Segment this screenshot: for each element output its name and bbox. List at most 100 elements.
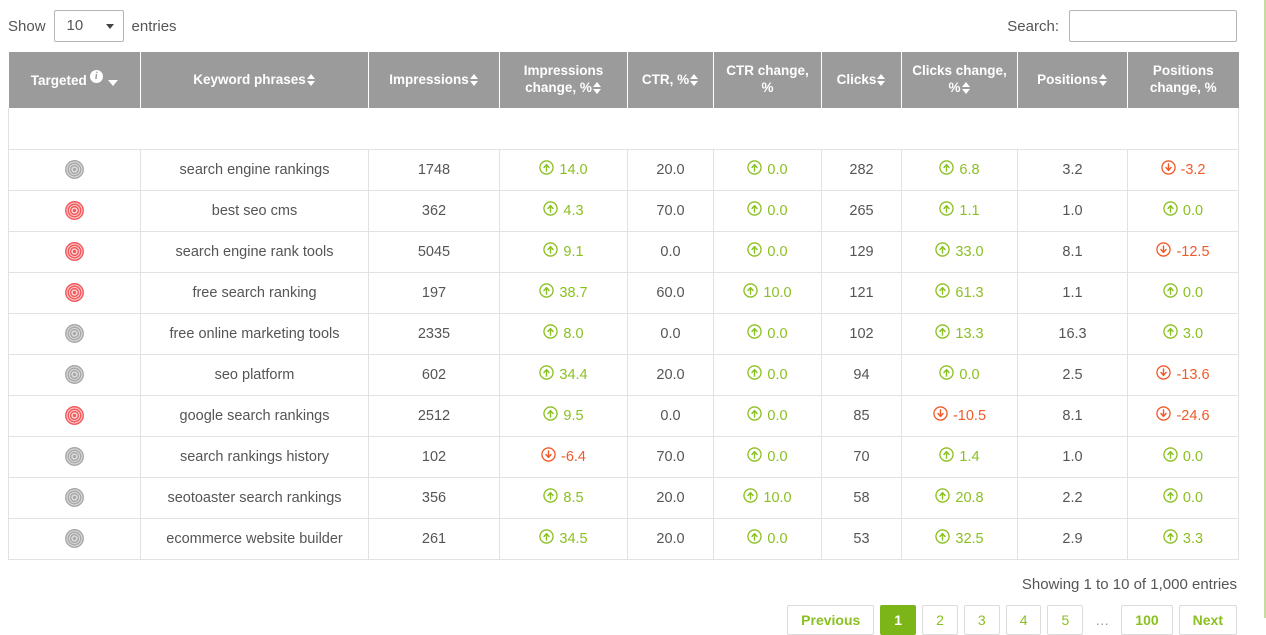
target-bullseye-icon[interactable] <box>65 283 84 302</box>
ctr-change: 0.0 <box>747 201 788 220</box>
cell-ctr: 20.0 <box>627 354 714 396</box>
pagination-ellipsis: … <box>1095 611 1110 628</box>
cell-clicks-change: 6.8 <box>901 149 1018 191</box>
positions-change: -13.6 <box>1156 365 1210 384</box>
column-header-phrase[interactable]: Keyword phrases <box>140 52 369 108</box>
pagination-next[interactable]: Next <box>1178 604 1237 635</box>
table-row[interactable]: google search rankings 2512 9.5 0.0 0.0 85 -10… <box>8 395 1239 437</box>
clicks-change: 32.5 <box>935 529 984 548</box>
pagination-page-2[interactable]: 2 <box>922 604 958 635</box>
sort-icon[interactable] <box>1098 73 1108 86</box>
pagination-page-3[interactable]: 3 <box>963 604 1000 635</box>
table-row[interactable]: free search ranking 197 38.7 60.0 10.0 121 61.… <box>8 272 1239 314</box>
sort-icon[interactable] <box>592 82 602 94</box>
sort-icon[interactable] <box>690 73 699 86</box>
cell-clicks-change: 32.5 <box>901 518 1018 560</box>
ctr-change-value: 0.0 <box>767 325 788 342</box>
column-header-positions[interactable]: Positions <box>1017 52 1128 108</box>
clicks-change-value: 32.5 <box>955 530 984 547</box>
info-icon[interactable]: i <box>89 70 103 84</box>
column-header-pos_change[interactable]: Positions change, % <box>1127 52 1239 108</box>
column-header-ctr[interactable]: CTR, % <box>627 52 714 108</box>
target-bullseye-icon[interactable] <box>65 447 84 466</box>
column-header-ctr_change[interactable]: CTR change, % <box>713 52 822 108</box>
column-header-targeted[interactable]: Targeted i <box>8 52 141 108</box>
column-header-impressions-label: Impressions <box>389 71 469 87</box>
table-body: search engine rankings 1748 14.0 20.0 0.0 282… <box>8 108 1239 560</box>
cell-targeted[interactable] <box>8 518 141 560</box>
cell-targeted[interactable] <box>8 190 141 232</box>
positions-change-value: -3.2 <box>1180 161 1206 178</box>
table-row[interactable]: seo platform 602 34.4 20.0 0.0 94 0.0 2.5 -13.6 <box>8 354 1239 396</box>
cell-targeted[interactable] <box>8 149 141 191</box>
sort-icon[interactable] <box>306 73 316 86</box>
clicks-change-value: 0.0 <box>959 366 980 383</box>
impressions-change-value: 9.1 <box>563 243 584 260</box>
cell-positions-change: 0.0 <box>1127 190 1239 232</box>
table-row[interactable]: best seo cms 362 4.3 70.0 0.0 265 1.1 1.0 0.0 <box>8 190 1239 232</box>
cell-keyword-phrase: free search ranking <box>140 272 369 314</box>
pagination-page-1[interactable]: 1 <box>880 604 917 635</box>
target-bullseye-icon[interactable] <box>65 201 84 220</box>
cell-positions: 2.9 <box>1017 518 1128 560</box>
entries-select-wrapper[interactable]: 102550100 <box>53 10 124 42</box>
positions-change-value: 3.0 <box>1182 325 1204 342</box>
cell-keyword-phrase: best seo cms <box>140 190 369 232</box>
target-bullseye-icon[interactable] <box>65 488 84 507</box>
column-header-clicks[interactable]: Clicks <box>821 52 902 108</box>
chevron-down-icon[interactable] <box>107 80 118 87</box>
column-header-clicks_change-label: Clicks change, % <box>912 63 1007 95</box>
arrow-up-circle-icon <box>1163 201 1178 220</box>
sort-icon[interactable] <box>469 73 479 86</box>
cell-targeted[interactable] <box>8 231 141 273</box>
table-row[interactable]: ecommerce website builder 261 34.5 20.0 0.0 5… <box>8 518 1239 560</box>
column-header-impressions[interactable]: Impressions <box>368 52 500 108</box>
cell-targeted[interactable] <box>8 313 141 355</box>
arrow-up-circle-icon <box>747 406 763 425</box>
column-header-targeted-label: Targeted <box>30 73 87 89</box>
target-bullseye-icon[interactable] <box>65 529 84 548</box>
cell-targeted[interactable] <box>8 477 141 519</box>
pagination-page-100[interactable]: 100 <box>1121 604 1173 635</box>
impressions-change: 4.3 <box>543 201 584 220</box>
table-row[interactable]: search rankings history 102 -6.4 70.0 0.0 70 1… <box>8 436 1239 478</box>
target-bullseye-icon[interactable] <box>65 406 84 425</box>
cell-targeted[interactable] <box>8 354 141 396</box>
pagination-page-5[interactable]: 5 <box>1047 604 1084 635</box>
column-header-impr_change[interactable]: Impressions change, % <box>499 52 628 108</box>
table-row[interactable]: search engine rank tools 5045 9.1 0.0 0.0 129… <box>8 231 1239 273</box>
pagination-prev[interactable]: Previous <box>787 604 875 635</box>
target-bullseye-icon[interactable] <box>65 242 84 261</box>
cell-impressions-change: 8.5 <box>499 477 628 519</box>
arrow-down-circle-icon <box>1156 406 1172 425</box>
positions-change: -24.6 <box>1156 406 1210 425</box>
arrow-up-circle-icon <box>539 529 555 548</box>
pagination-page-4[interactable]: 4 <box>1005 604 1042 635</box>
impressions-change: 8.0 <box>543 324 584 343</box>
cell-targeted[interactable] <box>8 436 141 478</box>
table-row[interactable]: search engine rankings 1748 14.0 20.0 0.0 282… <box>8 149 1239 191</box>
arrow-up-circle-icon <box>1163 529 1178 548</box>
impressions-change: 34.5 <box>539 529 588 548</box>
arrow-up-circle-icon <box>939 365 955 384</box>
cell-targeted[interactable] <box>8 395 141 437</box>
positions-change: 0.0 <box>1163 283 1203 302</box>
sort-icon[interactable] <box>877 73 886 86</box>
cell-impressions-change: 8.0 <box>499 313 628 355</box>
search-input[interactable] <box>1069 10 1237 42</box>
clicks-change: 1.4 <box>939 447 980 466</box>
clicks-change-value: -10.5 <box>952 407 987 424</box>
table-row[interactable]: free online marketing tools 2335 8.0 0.0 0.0… <box>8 313 1239 355</box>
cell-targeted[interactable] <box>8 272 141 314</box>
table-row[interactable]: seotoaster search rankings 356 8.5 20.0 10.0… <box>8 477 1239 519</box>
clicks-change-value: 6.8 <box>959 161 980 178</box>
column-header-ctr-label: CTR, % <box>641 71 690 87</box>
column-header-clicks_change[interactable]: Clicks change, % <box>901 52 1018 108</box>
clicks-change: 0.0 <box>939 365 980 384</box>
sort-icon[interactable] <box>961 82 971 94</box>
target-bullseye-icon[interactable] <box>65 160 84 179</box>
target-bullseye-icon[interactable] <box>65 365 84 384</box>
clicks-change-value: 33.0 <box>955 243 984 260</box>
entries-length-select[interactable]: 102550100 <box>53 10 124 42</box>
target-bullseye-icon[interactable] <box>65 324 84 343</box>
